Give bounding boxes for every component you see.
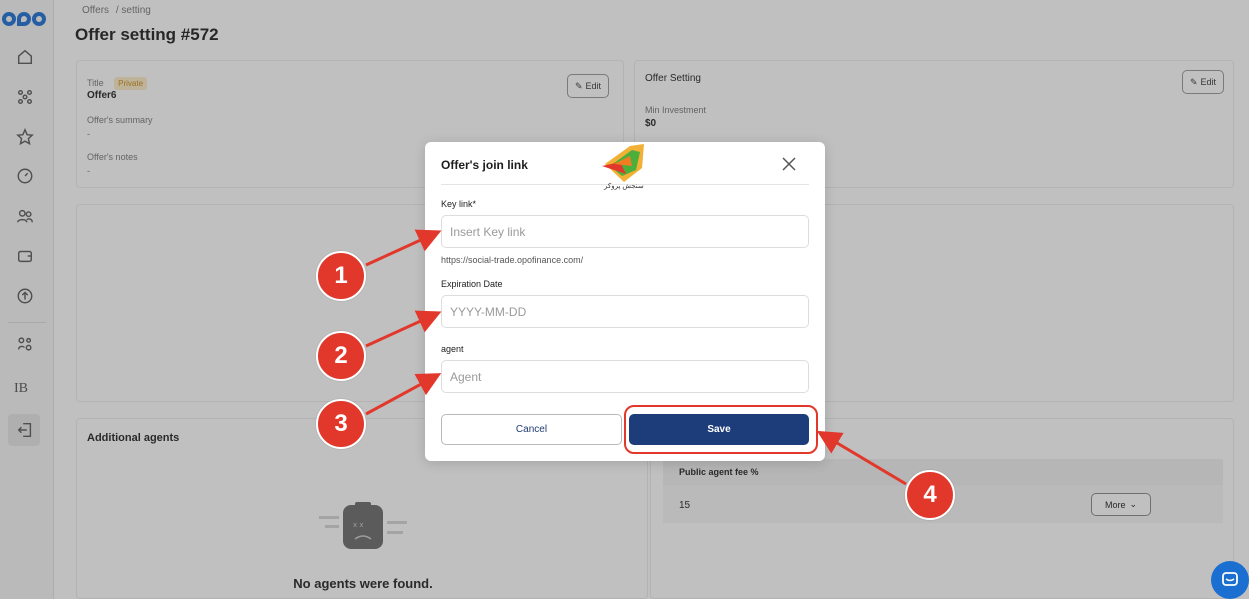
key-link-input[interactable]	[441, 215, 809, 248]
cancel-button[interactable]: Cancel	[441, 414, 622, 445]
step-marker-2: 2	[316, 331, 366, 381]
agent-input[interactable]	[441, 360, 809, 393]
step-marker-1: 1	[316, 251, 366, 301]
close-icon[interactable]	[781, 156, 797, 172]
expiration-date-input[interactable]	[441, 295, 809, 328]
save-button-highlight	[624, 405, 818, 454]
chat-support-button[interactable]	[1211, 561, 1249, 599]
step-marker-4: 4	[905, 470, 955, 520]
step-marker-3: 3	[316, 399, 366, 449]
expiration-date-label: Expiration Date	[441, 279, 503, 289]
watermark-text: سنجش پروکر	[604, 183, 644, 190]
agent-label: agent	[441, 344, 464, 354]
key-link-label: Key link*	[441, 199, 477, 209]
chat-bubble-icon	[1222, 572, 1238, 586]
url-hint: https://social-trade.opofinance.com/	[441, 255, 584, 265]
modal-title: Offer's join link	[441, 158, 528, 172]
